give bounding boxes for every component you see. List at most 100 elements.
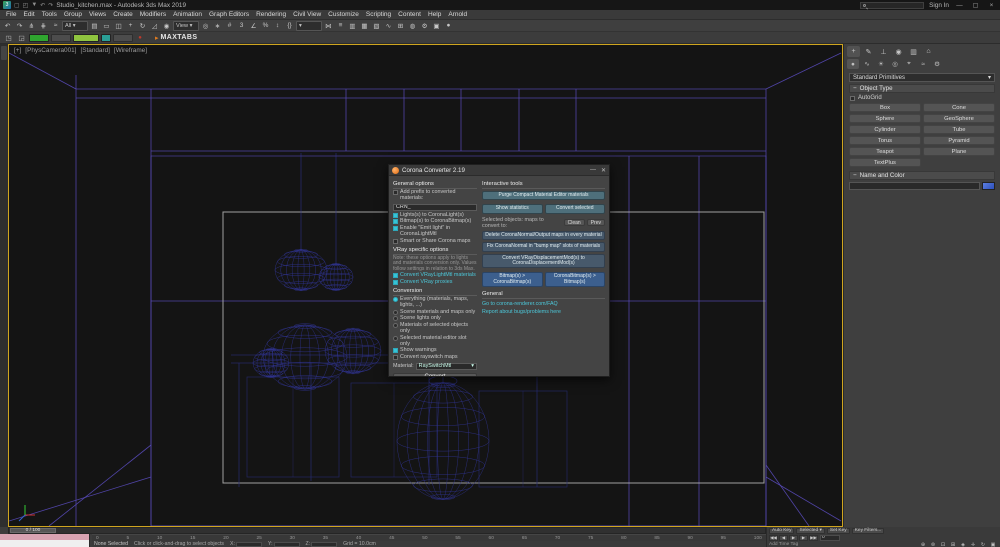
rayswitch-checkbox[interactable]: Convert rayswitch maps <box>393 355 477 361</box>
conversion-radio[interactable]: Materials of selected objects only <box>393 323 477 335</box>
utilities-tab[interactable]: ⌂ <box>922 46 935 57</box>
menu-item[interactable]: Arnold <box>448 11 467 18</box>
shapes-category-icon[interactable]: ∿ <box>861 59 873 69</box>
material-editor-icon[interactable]: ◍ <box>407 21 418 31</box>
converter-checkbox[interactable]: Enable "Emit light" in CoronaLightMtl <box>393 226 477 238</box>
mtl-editor-dropdown[interactable]: RaySwitchMtl▾ <box>416 363 477 370</box>
set-key-button[interactable]: Set Key <box>827 528 850 534</box>
lights-category-icon[interactable]: ☀ <box>875 59 887 69</box>
ribbon-toggle-icon[interactable]: ▧ <box>371 21 382 31</box>
report-link[interactable]: Report about bugs/problems here <box>482 309 605 315</box>
auto-key-button[interactable]: Auto Key <box>769 528 794 534</box>
current-frame-field[interactable] <box>820 535 840 541</box>
primitive-button[interactable]: Torus <box>849 136 921 145</box>
teal-swatch-button[interactable] <box>101 34 111 42</box>
dialog-title-bar[interactable]: Corona Converter 2.19 — ✕ <box>389 165 609 176</box>
menu-item[interactable]: Help <box>428 11 441 18</box>
prev-frame-button[interactable]: ◀ <box>779 535 788 541</box>
select-by-name-icon[interactable]: ▤ <box>89 21 100 31</box>
conversion-radio[interactable]: Selected material editor slot only <box>393 336 477 348</box>
menu-item[interactable]: Animation <box>173 11 202 18</box>
maxtabs-icon[interactable]: ▸ <box>155 34 159 42</box>
script-icon-2[interactable]: ◲ <box>16 33 27 43</box>
key-filters-button[interactable]: Key Filters... <box>852 528 885 534</box>
menu-item[interactable]: Graph Editors <box>209 11 249 18</box>
object-color-swatch[interactable] <box>982 182 995 190</box>
add-time-tag[interactable]: Add Time Tag <box>769 542 798 547</box>
prev-button[interactable]: Prev <box>587 219 605 226</box>
dialog-close-button[interactable]: ✕ <box>601 167 606 174</box>
go-to-start-button[interactable]: ◀◀ <box>769 535 778 541</box>
rect-selection-region-icon[interactable]: ▭ <box>101 21 112 31</box>
named-selection-sets-icon[interactable]: {} <box>284 21 295 31</box>
time-slider[interactable]: 0 / 100 <box>8 527 766 534</box>
prefix-checkbox[interactable]: Add prefix to converted materials: <box>393 190 477 202</box>
align-icon[interactable]: ≡ <box>335 21 346 31</box>
menu-item[interactable]: Content <box>398 11 421 18</box>
listener-script-line[interactable] <box>0 540 89 547</box>
go-to-end-button[interactable]: ▶▶ <box>809 535 818 541</box>
render-setup-icon[interactable]: ⚙ <box>419 21 430 31</box>
search-input[interactable] <box>860 2 924 9</box>
menu-item[interactable]: Create <box>113 11 133 18</box>
y-coordinate-field[interactable] <box>274 542 300 547</box>
menu-item[interactable]: Rendering <box>256 11 286 18</box>
red-dot-icon[interactable]: ● <box>135 33 145 43</box>
motion-tab[interactable]: ◉ <box>892 46 905 57</box>
lime-swatch-button[interactable] <box>73 34 99 42</box>
new-scene-icon[interactable]: ▢ <box>14 2 20 9</box>
menu-item[interactable]: Views <box>89 11 106 18</box>
primitive-button[interactable]: Pyramid <box>923 136 995 145</box>
select-scale-icon[interactable]: ◿ <box>149 21 160 31</box>
unlink-selection-icon[interactable]: ⋕ <box>38 21 49 31</box>
conversion-radio[interactable]: Everything (materials, maps, lights, ...… <box>393 297 477 309</box>
dark-script-button-1[interactable] <box>51 34 71 42</box>
restore-button[interactable]: ▢ <box>970 1 981 9</box>
select-manipulate-icon[interactable]: ∗ <box>212 21 223 31</box>
time-slider-handle[interactable]: 0 / 100 <box>10 528 56 533</box>
zoom-extents-icon[interactable]: ⊡ <box>938 542 948 547</box>
primitive-button[interactable]: TextPlus <box>849 158 921 167</box>
zoom-all-icon[interactable]: ⊜ <box>928 542 938 547</box>
ref-coord-dropdown[interactable]: View ▾ <box>173 21 199 31</box>
primitive-button[interactable]: Tube <box>923 125 995 134</box>
pan-icon[interactable]: ✛ <box>968 542 978 547</box>
show-statistics-button[interactable]: Show statistics <box>482 204 543 213</box>
menu-item[interactable]: Tools <box>42 11 57 18</box>
menu-item[interactable]: Edit <box>23 11 34 18</box>
faq-link[interactable]: Go to corona-renderer.com/FAQ <box>482 301 605 307</box>
percent-snap-icon[interactable]: % <box>260 21 271 31</box>
primitive-button[interactable]: GeoSphere <box>923 114 995 123</box>
menu-item[interactable]: Civil View <box>293 11 321 18</box>
maximize-viewport-icon[interactable]: ▣ <box>988 542 998 547</box>
window-crossing-icon[interactable]: ◫ <box>113 21 124 31</box>
prefix-field[interactable] <box>393 204 477 211</box>
select-link-icon[interactable]: ⋔ <box>26 21 37 31</box>
viewport-plus-menu[interactable]: [+] <box>14 47 21 54</box>
primitive-button[interactable]: Teapot <box>849 147 921 156</box>
convert-selected-button[interactable]: Convert selected <box>545 204 606 213</box>
track-bar[interactable]: 0510152025303540455055606570758085909510… <box>92 534 766 541</box>
keyboard-override-icon[interactable]: # <box>224 21 235 31</box>
layout-tab[interactable] <box>1 46 7 60</box>
primitive-button[interactable]: Box <box>849 103 921 112</box>
converter-checkbox[interactable]: Smart or Share Corona maps <box>393 239 477 245</box>
select-rotate-icon[interactable]: ↻ <box>137 21 148 31</box>
layer-explorer-icon[interactable]: ▦ <box>359 21 370 31</box>
maxtabs-label[interactable]: MAXTABS <box>161 34 198 41</box>
dark-script-button-2[interactable] <box>113 34 133 42</box>
menu-item[interactable]: Modifiers <box>140 11 166 18</box>
vray-checkbox[interactable]: Convert VRay proxies <box>393 280 477 286</box>
x-coordinate-field[interactable] <box>236 542 262 547</box>
scene-explorer-icon[interactable]: ▥ <box>347 21 358 31</box>
dialog-minimize-button[interactable]: — <box>590 167 596 174</box>
close-button[interactable]: × <box>986 2 997 9</box>
spinner-snap-icon[interactable]: ↕ <box>272 21 283 31</box>
schematic-view-icon[interactable]: ⊞ <box>395 21 406 31</box>
purge-button[interactable]: Purge Compact Material Editor materials <box>482 191 605 200</box>
viewport-layout-tabs[interactable] <box>0 44 8 527</box>
minimize-button[interactable]: — <box>954 2 965 9</box>
z-coordinate-field[interactable] <box>311 542 337 547</box>
primitive-button[interactable]: Cylinder <box>849 125 921 134</box>
zoom-icon[interactable]: ⊕ <box>918 542 928 547</box>
